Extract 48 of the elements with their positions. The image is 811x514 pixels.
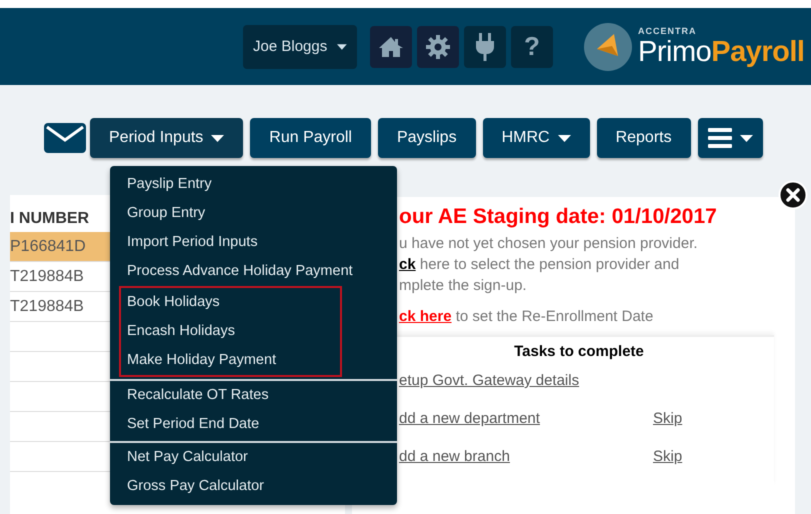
close-icon[interactable]	[778, 180, 808, 210]
settings-button[interactable]	[417, 26, 459, 68]
user-menu-button[interactable]: Joe Bloggs	[243, 24, 357, 68]
menu-item[interactable]: Encash Holidays	[119, 317, 342, 346]
menu-item[interactable]: Payslip Entry	[119, 170, 389, 199]
menu-item[interactable]: Recalculate OT Rates	[119, 381, 389, 410]
task-link[interactable]: dd a new department	[399, 410, 653, 448]
plug-button[interactable]	[464, 26, 506, 68]
table-cell: T219884B	[10, 298, 84, 316]
logo-wordmark: PrimoPayroll	[638, 36, 804, 68]
notice-title: our AE Staging date: 01/10/2017	[399, 205, 718, 229]
help-button[interactable]: ?	[511, 26, 553, 68]
home-button[interactable]	[370, 26, 412, 68]
skip-link[interactable]: Skip	[653, 448, 682, 486]
menu-item[interactable]: Make Holiday Payment	[119, 346, 342, 377]
notice-text: to set the Re-Enrollment Date	[456, 308, 654, 325]
link[interactable]: ck	[399, 256, 416, 273]
nav-button[interactable]: Period Inputs	[90, 118, 244, 158]
menu-item[interactable]: Net Pay Calculator	[119, 443, 389, 472]
notice-text: u have not yet chosen your pension provider.	[399, 234, 699, 254]
tasks-title: Tasks to complete	[513, 343, 645, 360]
menu-item[interactable]: Gross Pay Calculator	[119, 472, 389, 501]
nav-button[interactable]: Reports	[596, 118, 691, 158]
task-link[interactable]: etup Govt. Gateway details	[399, 372, 653, 410]
envelope-icon	[44, 123, 86, 153]
nav-button[interactable]: HMRC	[482, 118, 590, 158]
notice-text: here to select the pension provider and	[420, 256, 680, 273]
column-header: I NUMBER	[10, 209, 90, 225]
link[interactable]: ck here	[399, 308, 452, 325]
home-icon	[379, 36, 403, 58]
nav-button[interactable]: Run Payroll	[250, 118, 371, 158]
menu-item[interactable]: Import Period Inputs	[119, 228, 389, 257]
menu-item[interactable]: Process Advance Holiday Payment	[119, 257, 389, 286]
logo-icon	[584, 22, 632, 70]
menu-button[interactable]	[698, 118, 763, 158]
menu-item[interactable]: Set Period End Date	[119, 410, 389, 439]
nav-button[interactable]: Payslips	[378, 118, 476, 158]
menu-icon	[708, 128, 732, 148]
menu-item[interactable]: Group Entry	[119, 199, 389, 228]
caret-icon	[337, 42, 347, 50]
plug-icon	[475, 32, 495, 60]
table-cell: P166841D	[10, 238, 86, 256]
notice-text: mplete the sign-up.	[399, 276, 528, 296]
table-cell: T219884B	[10, 268, 84, 286]
skip-link[interactable]: Skip	[653, 410, 682, 448]
task-link[interactable]: dd a new branch	[399, 448, 653, 486]
logo-tagline: ACCENTRA	[638, 26, 698, 36]
menu-item[interactable]: Book Holidays	[119, 286, 342, 317]
